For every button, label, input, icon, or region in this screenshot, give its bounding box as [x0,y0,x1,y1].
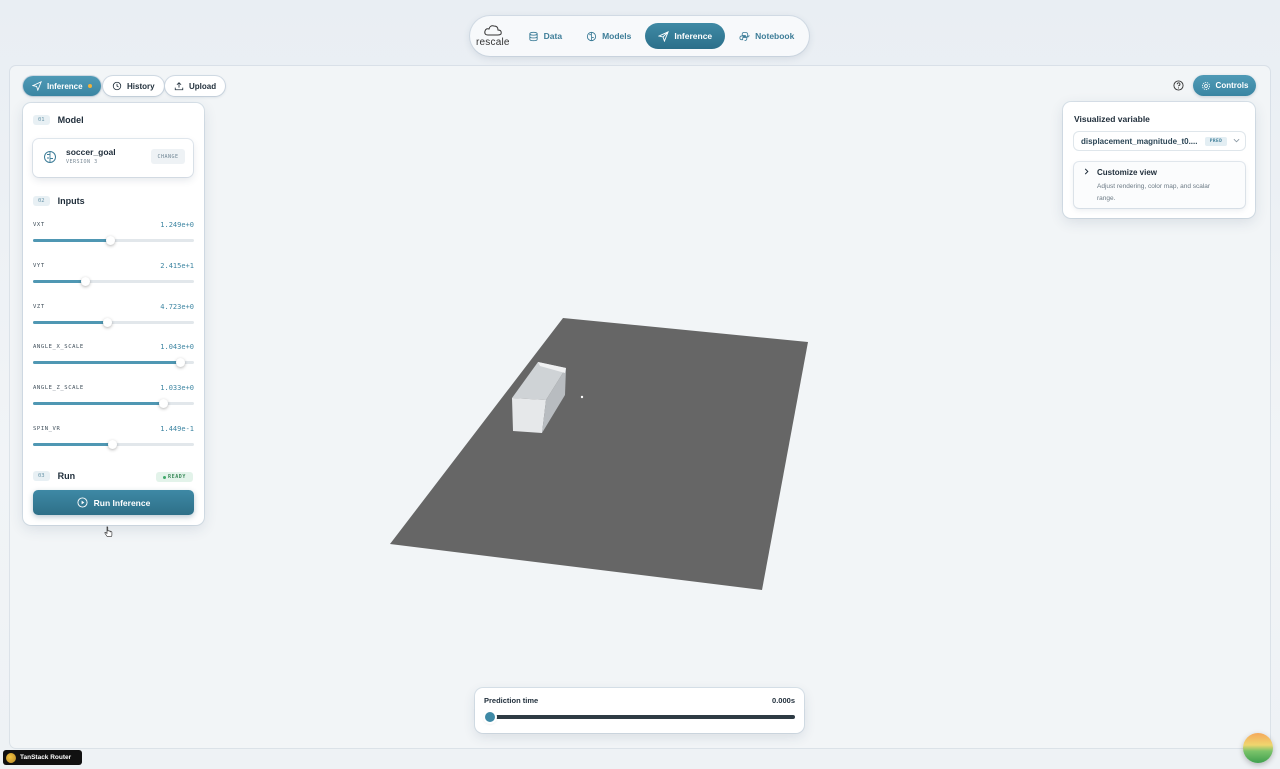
selected-variable: displacement_magnitude_t0.... [1081,137,1198,146]
model-name: soccer_goal [66,147,116,157]
input-label: VYT [33,262,45,269]
input-slider[interactable] [33,317,194,327]
slider-thumb[interactable] [159,399,169,409]
input-slider[interactable] [33,276,194,286]
section-title: Run [57,471,76,481]
nav-inference[interactable]: Inference [645,23,726,49]
input-label: ANGLE_X_SCALE [33,344,84,351]
chevron-down-icon [1233,138,1240,143]
slider-fill [33,443,112,446]
input-label: ANGLE_Z_SCALE [33,385,84,392]
model-section-header: 01 Model [33,115,84,125]
customize-view-section[interactable]: Customize view Adjust rendering, color m… [1074,162,1245,208]
model-card: soccer_goal VERSION 3 CHANGE [33,139,193,177]
prediction-time-value: 0.000s [772,696,795,705]
brain-icon [44,151,56,163]
inputs-section-header: 02 Inputs [33,196,85,206]
tanstack-logo-icon [6,752,16,763]
input-value: 1.043e+0 [160,343,194,352]
input-slider[interactable] [33,399,194,409]
controls-button[interactable]: Controls [1193,75,1256,96]
inference-panel: 01 Model soccer_goal VERSION 3 CHANGE 02… [23,103,204,525]
history-button[interactable]: History [103,76,164,96]
database-icon [529,31,538,41]
section-title: Model [57,115,84,125]
prediction-time-panel: Prediction time 0.000s [475,688,804,733]
send-icon [658,30,670,42]
input-row-vyt: VYT 2.415e+1 [33,261,194,293]
model-version: VERSION 3 [66,159,98,165]
input-value: 4.723e+0 [160,302,194,311]
upload-icon [174,82,184,91]
input-row-angle-z-scale: ANGLE_Z_SCALE 1.033e+0 [33,384,194,415]
slider-fill [33,239,111,242]
slider-fill [33,361,180,365]
section-number: 03 [33,471,50,481]
top-navigation: rescale Data Models Inference Notebook [470,16,809,56]
mouse-cursor-icon [104,526,113,537]
prediction-time-track[interactable] [489,715,795,719]
play-icon [77,497,88,508]
input-row-angle-x-scale: ANGLE_X_SCALE 1.043e+0 [33,343,194,374]
python-icon [739,31,750,41]
ready-dot [162,475,166,479]
input-row-spin-vr: SPIN_VR 1.449e-1 [33,425,194,456]
input-value: 1.449e-1 [160,425,194,433]
send-icon [32,81,42,91]
input-slider[interactable] [33,358,194,368]
prediction-time-slider-thumb[interactable] [485,712,495,722]
slider-thumb[interactable] [175,358,185,368]
input-label: SPIN_VR [33,426,61,432]
pred-badge: PRED [1205,137,1227,146]
customize-description: Adjust rendering, color map, and scalar … [1097,183,1211,202]
slider-fill [33,279,85,283]
assistant-orb-button[interactable] [1243,733,1273,763]
visualized-variable-panel: Visualized variable displacement_magnitu… [1063,102,1255,218]
history-icon [112,81,122,91]
section-title: Inputs [57,196,85,206]
panel-title: Visualized variable [1074,114,1150,124]
slider-fill [33,402,164,406]
nav-models[interactable]: Models [576,23,641,49]
cloud-logo-icon [484,25,502,36]
rescale-logo[interactable]: rescale [476,19,510,53]
help-icon[interactable] [1173,80,1184,91]
gear-icon [1201,81,1210,90]
brain-icon [586,31,597,41]
slider-thumb[interactable] [80,276,90,286]
tanstack-devtools-button[interactable]: TanStack Router [3,750,82,765]
input-row-vxt: VXT 1.249e+0 [33,221,194,252]
slider-fill [33,320,108,324]
input-value: 1.033e+0 [160,384,194,393]
upload-button[interactable]: Upload [165,76,226,96]
section-number: 01 [33,115,50,125]
variable-select[interactable]: displacement_magnitude_t0.... PRED [1074,132,1245,150]
input-label: VXT [33,222,45,228]
slider-thumb[interactable] [106,236,116,245]
input-label: VZT [33,303,45,310]
input-slider[interactable] [33,440,194,449]
run-inference-button[interactable]: Run Inference [33,490,194,515]
nav-data[interactable]: Data [518,23,572,49]
input-slider[interactable] [33,236,194,245]
slider-thumb[interactable] [107,440,117,449]
input-row-vzt: VZT 4.723e+0 [33,302,194,334]
run-section-header: 03 Run [33,471,75,481]
logo-text: rescale [476,37,510,48]
customize-title: Customize view [1097,168,1158,177]
input-value: 1.249e+0 [160,221,194,229]
status-badge: READY [156,472,193,482]
chevron-right-icon [1084,168,1089,175]
nav-notebook[interactable]: Notebook [729,23,804,49]
input-value: 2.415e+1 [160,261,194,270]
status-dot [87,84,92,88]
change-model-button[interactable]: CHANGE [151,149,185,164]
prediction-time-label: Prediction time [484,696,539,705]
section-number: 02 [33,196,50,206]
inference-tab-button[interactable]: Inference [23,76,101,96]
slider-thumb[interactable] [103,317,113,327]
